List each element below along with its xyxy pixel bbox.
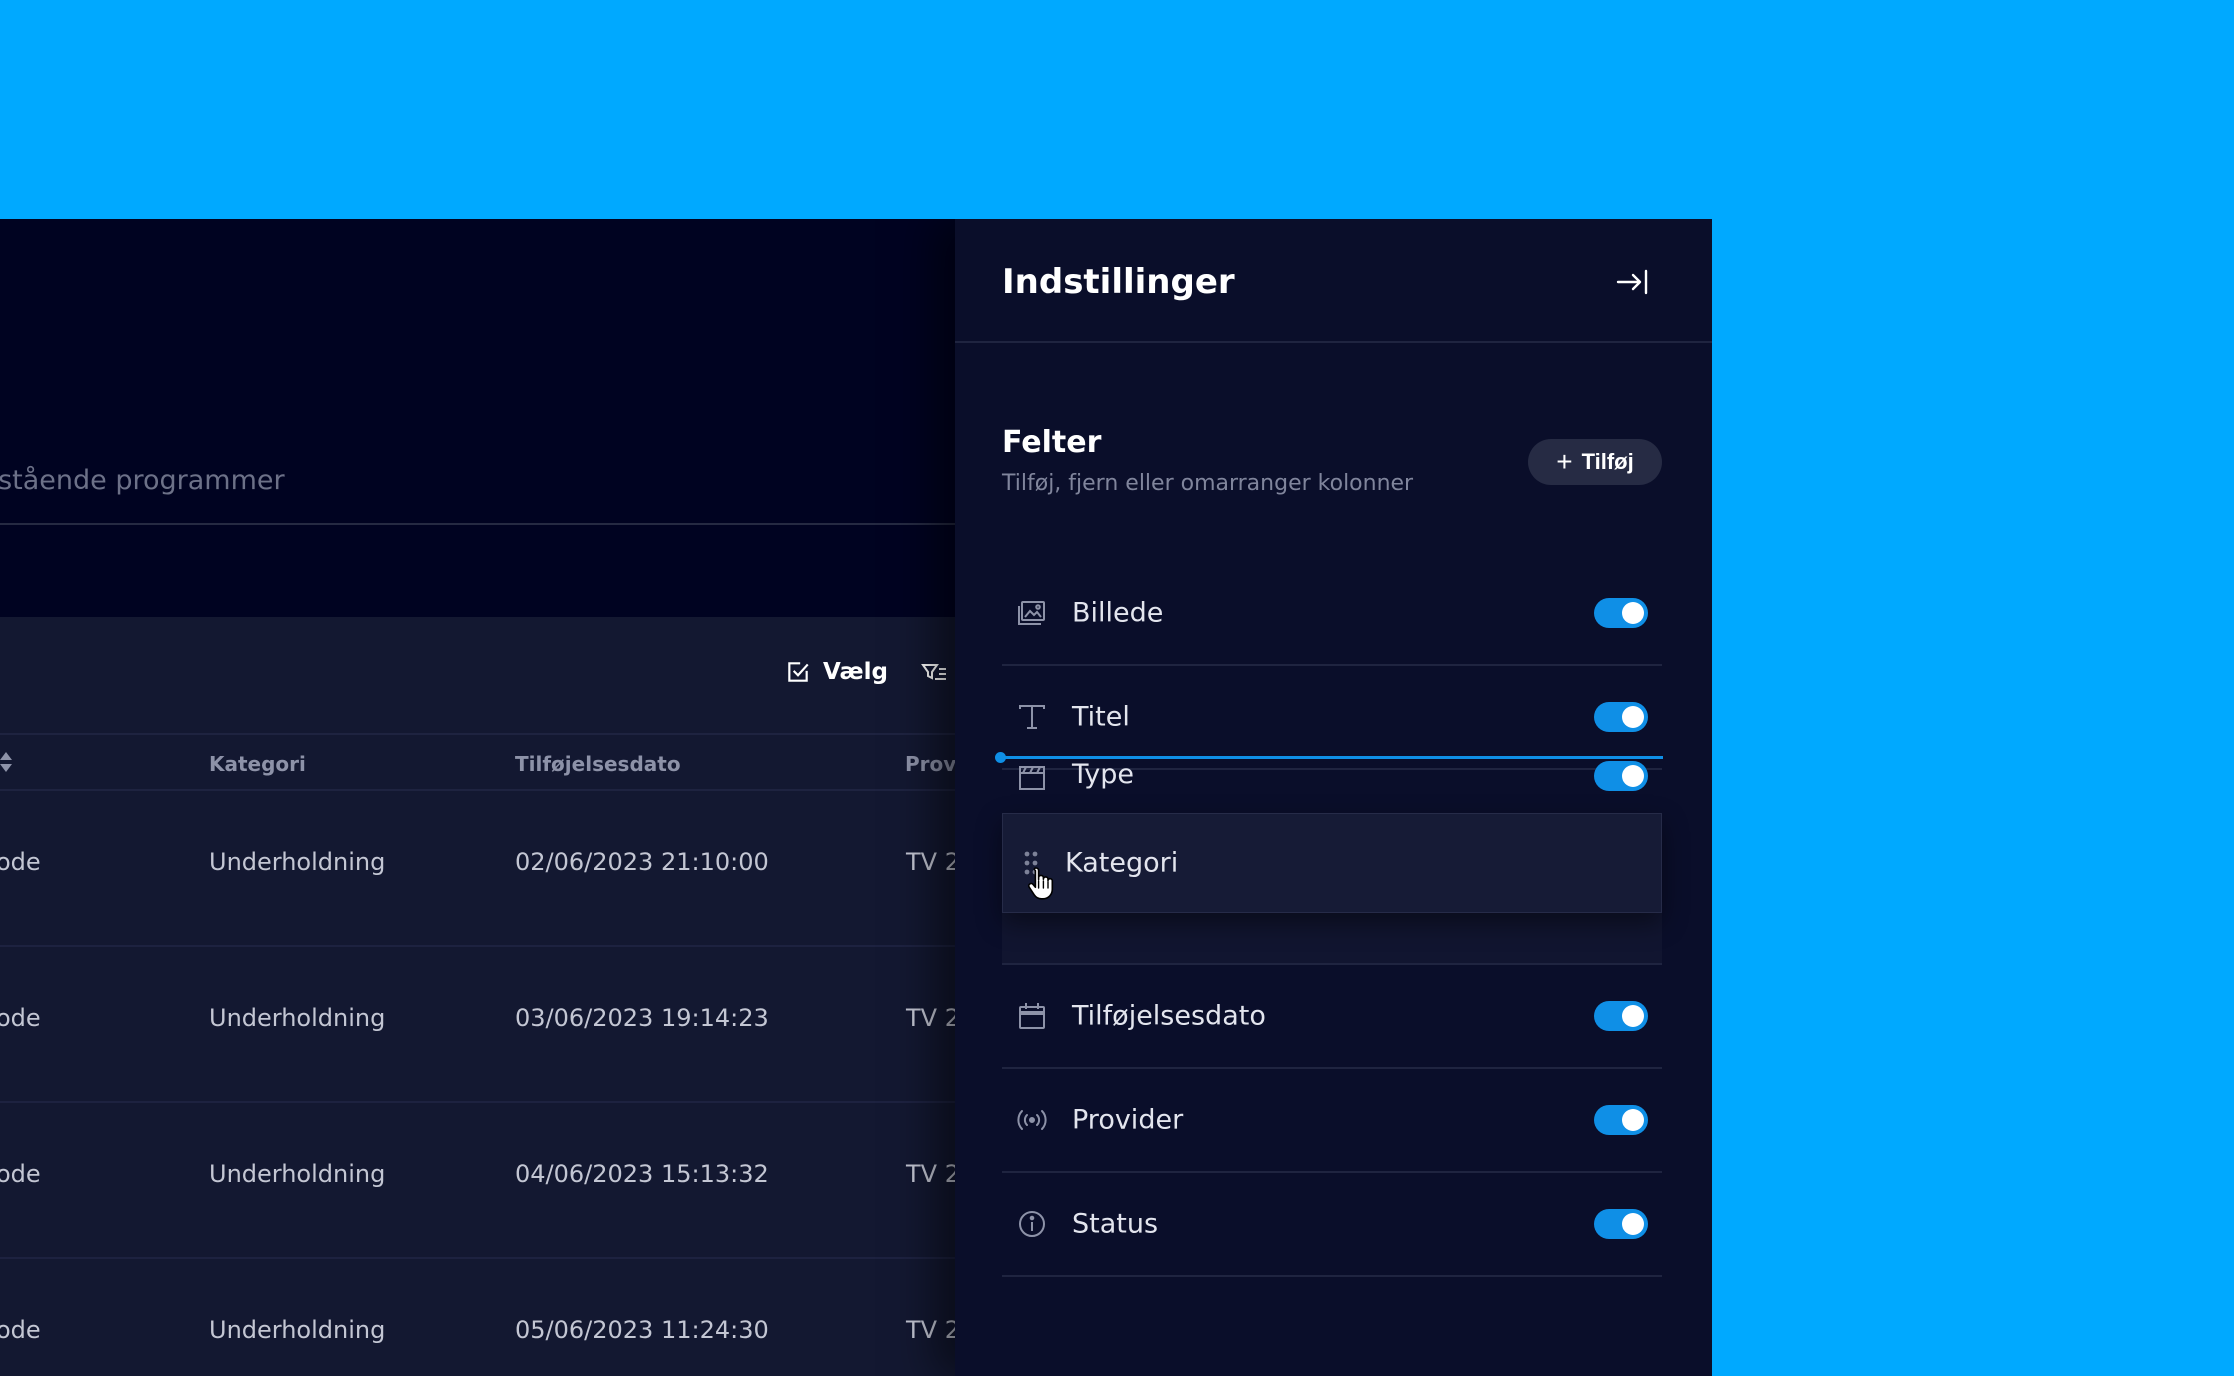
field-label: Kategori [1065,847,1179,879]
column-header-date[interactable]: Tilføjelsesdato [515,752,681,776]
table-cell: Underholdning [209,1160,386,1188]
field-label: Titel [1072,701,1130,733]
table-cell: ode [0,1004,41,1032]
column-header-kategori[interactable]: Kategori [209,752,306,776]
settings-title: Indstillinger [1002,262,1235,302]
header-divider [0,523,955,525]
field-toggle-titel[interactable] [1594,702,1648,732]
sort-icon[interactable] [0,749,16,775]
field-toggle-provider[interactable] [1594,1105,1648,1135]
fields-section-title: Felter [1002,425,1102,460]
field-label: Provider [1072,1104,1184,1136]
panel-divider [955,341,1712,343]
table-cell: 02/06/2023 21:10:00 [515,848,769,876]
dragged-field-kategori[interactable]: Kategori [1002,813,1662,913]
plus-icon: + [1556,446,1573,477]
drop-placeholder [1002,913,1662,965]
field-label: Status [1072,1208,1159,1240]
table-header: Kategori Tilføjelsesdato Provid [0,733,977,791]
checkbox-icon [788,662,809,682]
fields-section-description: Tilføj, fjern eller omarranger kolonner [1002,471,1414,496]
select-button[interactable]: Vælg [785,659,888,685]
field-toggle-billede[interactable] [1594,598,1648,628]
field-row-titel[interactable]: Titel [1002,666,1662,770]
table-cell: Underholdning [209,1316,386,1344]
clapperboard-icon [1019,766,1045,790]
select-button-label: Vælg [823,659,888,685]
table-cell: TV 2 [906,1160,960,1188]
text-icon [1019,705,1045,729]
field-row-status[interactable]: Status [1002,1173,1662,1277]
table-cell: 05/06/2023 11:24:30 [515,1316,769,1344]
field-row-type[interactable]: Type [1002,759,1662,793]
add-field-label: Tilføj [1581,449,1634,474]
table-row[interactable]: ode Underholdning 04/06/2023 15:13:32 TV… [0,1103,960,1259]
field-toggle-status[interactable] [1594,1209,1648,1239]
field-label: Billede [1072,597,1164,629]
field-row-date[interactable]: Tilføjelsesdato [1002,965,1662,1069]
collapse-panel-icon[interactable] [1615,266,1649,298]
calendar-icon [1019,1003,1045,1029]
settings-panel: Indstillinger Felter Tilføj, fjern eller… [955,219,1712,1376]
app-window: ltstående programmer Vælg Kategori Tilfø… [0,219,1712,1376]
table-cell: Underholdning [209,848,386,876]
table-cell: ode [0,1160,41,1188]
field-label: Type [1072,759,1135,790]
field-toggle-type[interactable] [1594,761,1648,791]
table-row[interactable]: ode Underholdning 03/06/2023 19:14:23 TV… [0,947,960,1103]
field-toggle-date[interactable] [1594,1001,1648,1031]
table-cell: 03/06/2023 19:14:23 [515,1004,769,1032]
table-cell: 04/06/2023 15:13:32 [515,1160,769,1188]
table-row[interactable]: ode Underholdning 02/06/2023 21:10:00 TV… [0,791,960,947]
info-icon [1019,1211,1045,1237]
grab-cursor-icon [1027,867,1054,900]
field-row-billede[interactable]: Billede [1002,562,1662,666]
table-cell: Underholdning [209,1004,386,1032]
broadcast-icon [1017,1110,1047,1130]
field-row-provider[interactable]: Provider [1002,1069,1662,1173]
field-label: Tilføjelsesdato [1072,1000,1266,1032]
page-subtitle: ltstående programmer [0,465,285,496]
table-row[interactable]: ode Underholdning 05/06/2023 11:24:30 TV… [0,1259,960,1376]
table-cell: ode [0,848,41,876]
table-cell: TV 2 [906,1004,960,1032]
filter-icon[interactable] [921,661,947,685]
image-icon [1018,601,1045,625]
add-field-button[interactable]: + Tilføj [1528,439,1662,485]
table-cell: ode [0,1316,41,1344]
table-cell: TV 2 [906,848,960,876]
table-cell: TV 2 [906,1316,960,1344]
